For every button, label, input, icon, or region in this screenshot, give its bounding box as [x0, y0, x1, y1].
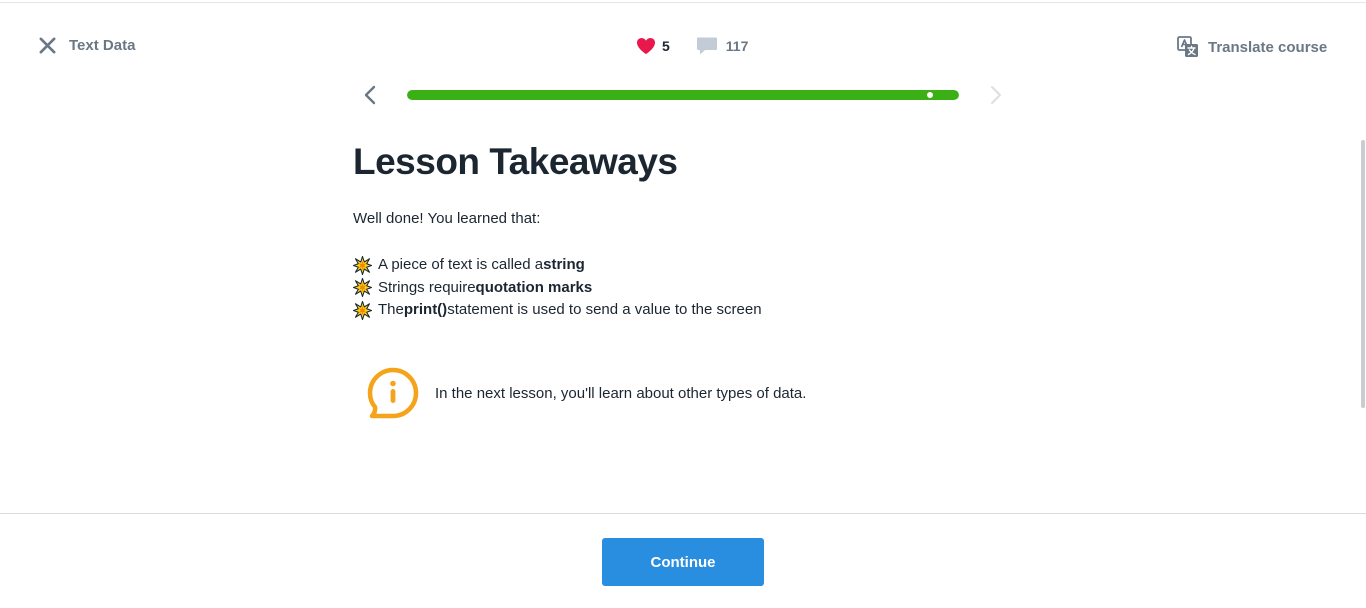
lesson-title: Lesson Takeaways: [353, 141, 678, 182]
takeaways-list: A piece of text is called a string Strin…: [353, 254, 762, 322]
close-course-button[interactable]: Text Data: [38, 36, 135, 55]
top-divider: [0, 2, 1366, 3]
footer-divider: [0, 513, 1366, 514]
continue-button[interactable]: Continue: [602, 538, 764, 586]
hearts-count: 5: [662, 38, 670, 54]
chevron-right-icon[interactable]: [984, 84, 1006, 106]
comments-button[interactable]: 117: [696, 36, 749, 56]
takeaway-item: A piece of text is called a string: [353, 254, 762, 277]
close-icon: [39, 37, 56, 54]
translate-course-button[interactable]: Translate course: [1177, 36, 1327, 58]
scrollbar[interactable]: [1361, 140, 1365, 408]
lesson-page: Text Data 5 117 Translate course Lesson …: [0, 0, 1366, 608]
takeaway-text-after: statement is used to send a value to the…: [447, 301, 762, 319]
header-stats: 5 117: [636, 36, 748, 56]
takeaway-text: The: [378, 301, 404, 319]
burst-icon: [353, 300, 372, 320]
heart-icon: [637, 38, 655, 54]
takeaway-text: Strings require: [378, 278, 476, 296]
takeaway-keyword: print(): [403, 301, 448, 319]
translate-icon: [1177, 36, 1198, 57]
takeaway-item: Strings require quotation marks: [353, 277, 762, 300]
info-text: In the next lesson, you'll learn about o…: [435, 384, 807, 402]
comments-count: 117: [725, 38, 749, 54]
takeaway-keyword: quotation marks: [475, 278, 593, 296]
takeaway-keyword: string: [543, 256, 585, 274]
course-title: Text Data: [69, 37, 136, 54]
progress-current-marker: [927, 92, 933, 98]
lesson-progress-bar: [407, 90, 959, 100]
takeaway-text: A piece of text is called a: [378, 256, 544, 274]
takeaway-item: The print() statement is used to send a …: [353, 299, 762, 322]
comment-icon: [696, 37, 717, 55]
lesson-intro: Well done! You learned that:: [353, 210, 541, 227]
chevron-left-icon[interactable]: [360, 84, 382, 106]
info-icon: [367, 367, 419, 419]
translate-course-label: Translate course: [1208, 38, 1328, 56]
burst-icon: [353, 255, 372, 275]
info-callout: In the next lesson, you'll learn about o…: [366, 366, 806, 420]
burst-icon: [353, 278, 372, 298]
lesson-progress-fill: [407, 90, 959, 100]
